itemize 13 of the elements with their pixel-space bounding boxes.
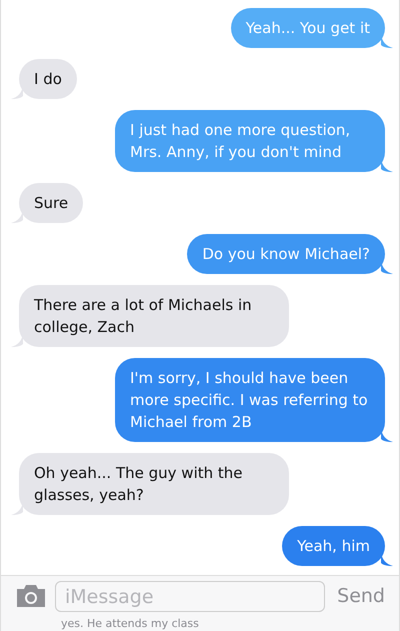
message-bubble: Oh yeah... The guy with the glasses, yeah?	[19, 453, 289, 515]
message-bubble: Do you know Michael?	[187, 234, 385, 274]
message-bubble: Yeah... You get it	[230, 8, 385, 48]
hidden-message-text: yes. He attends my class	[61, 617, 199, 630]
message-bubble: I just had one more question, Mrs. Anny, if you don't mind	[115, 110, 385, 172]
message-bubble: There are a lot of Michaels in college, Zach	[19, 285, 289, 347]
message-bubble: I do	[19, 59, 77, 99]
message-bubble: Yeah, him	[282, 526, 385, 566]
message-field[interactable]: iMessage	[55, 581, 325, 612]
send-button[interactable]: Send	[337, 581, 385, 612]
camera-icon[interactable]	[15, 584, 47, 608]
message-bubble: Sure	[19, 183, 84, 223]
message-bubble: I'm sorry, I should have been more specific. I was referring to Michael from 2B	[115, 358, 385, 442]
